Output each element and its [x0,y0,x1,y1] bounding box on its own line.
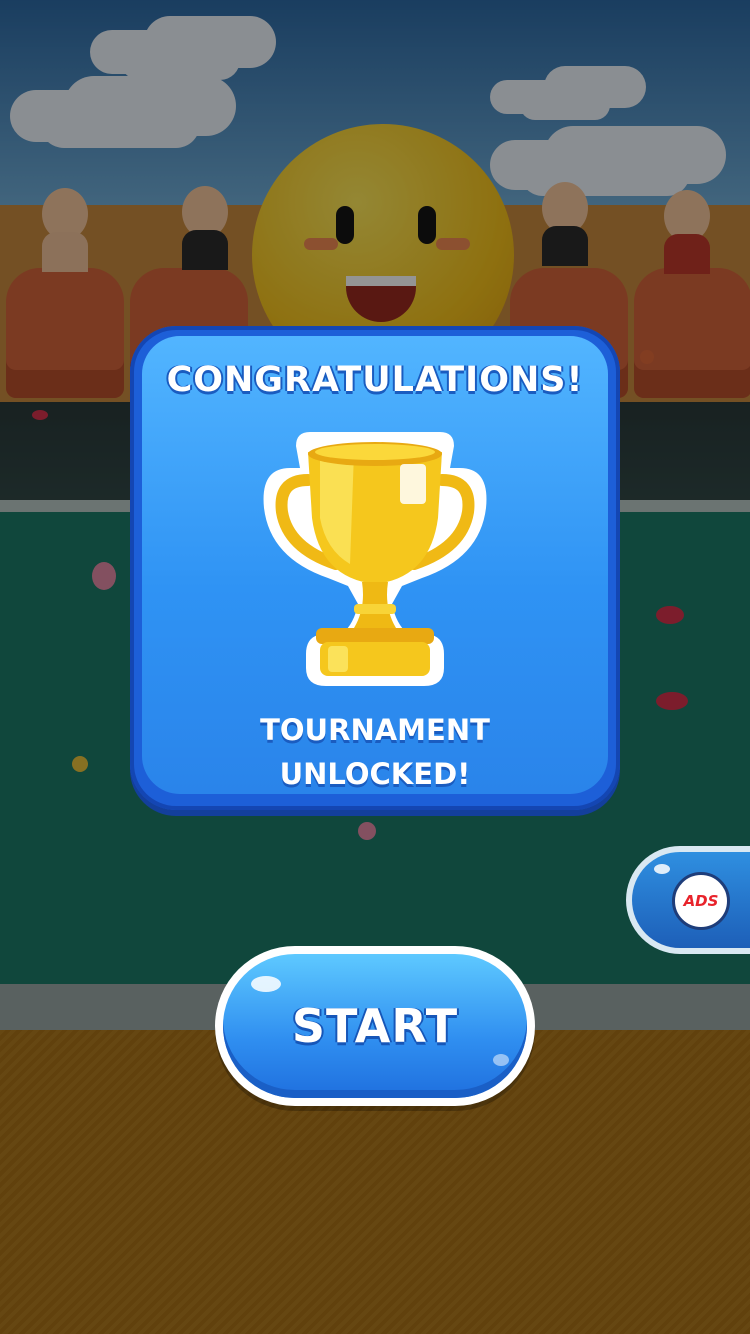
ads-label: ADS [683,892,719,910]
watch-ad-button-face[interactable]: ADS [632,852,750,948]
button-gloss [251,976,281,992]
trophy-icon [263,432,487,686]
watch-ad-button[interactable]: ADS [626,846,750,954]
dialog-message-line1: TOURNAMENT [260,713,490,747]
start-button[interactable]: START [215,946,535,1106]
start-button-face[interactable]: START [223,954,527,1098]
dialog-message-line2: UNLOCKED! [279,757,471,791]
congrats-dialog: CONGRATULATIONS! TOURNAMENT UNLOCKED! [130,326,620,810]
dialog-title: CONGRATULATIONS! [166,360,584,400]
start-label: START [291,999,459,1053]
button-gloss [493,1054,509,1066]
button-gloss [654,864,670,874]
ads-icon: ADS [672,872,730,930]
dialog-message: TOURNAMENT UNLOCKED! [142,708,608,796]
dialog-panel: CONGRATULATIONS! TOURNAMENT UNLOCKED! [142,336,608,794]
